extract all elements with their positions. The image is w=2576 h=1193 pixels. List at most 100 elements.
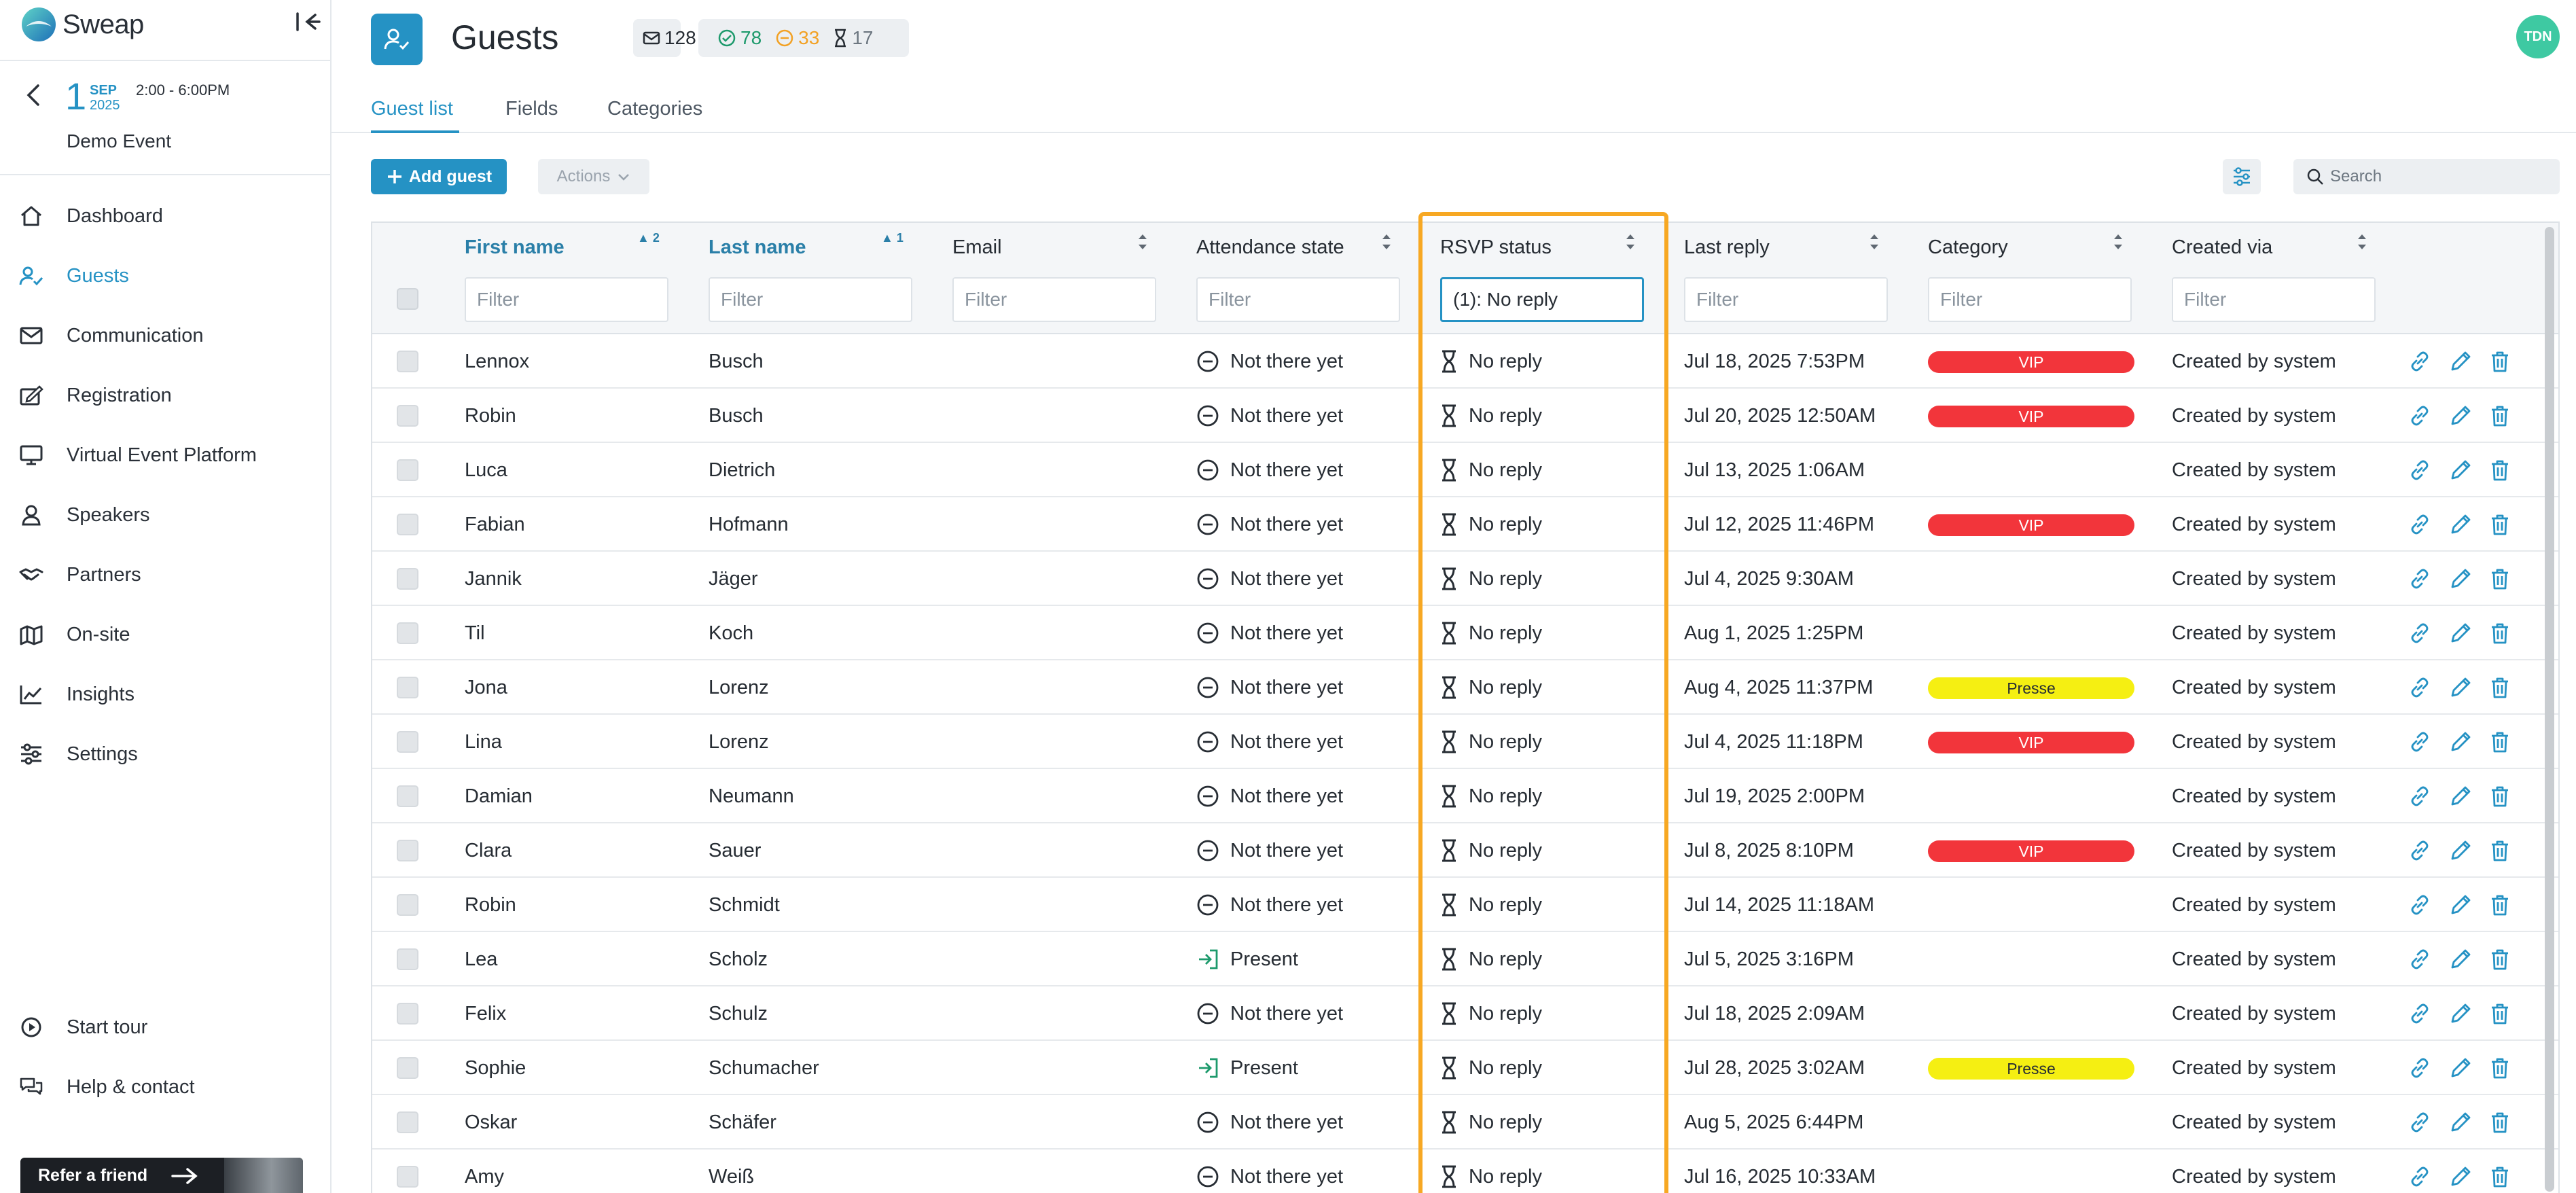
column-settings-button[interactable]	[2223, 159, 2261, 194]
link-icon[interactable]	[2408, 1164, 2432, 1189]
row-checkbox[interactable]	[397, 351, 418, 372]
attendance-state-filter-input[interactable]	[1196, 277, 1400, 322]
search-box[interactable]	[2293, 159, 2560, 194]
column-header-first-name[interactable]: First name ▲ 2	[454, 223, 698, 334]
select-all-checkbox[interactable]	[397, 288, 418, 310]
link-icon[interactable]	[2408, 1110, 2432, 1135]
table-row[interactable]: Fabian Hofmann Not there yet No reply Jul 12…	[372, 497, 2558, 552]
row-checkbox[interactable]	[397, 622, 418, 644]
edit-icon[interactable]	[2448, 567, 2473, 591]
row-checkbox[interactable]	[397, 459, 418, 481]
add-guest-button[interactable]: Add guest	[371, 159, 507, 194]
sort-icon[interactable]	[2355, 231, 2369, 253]
brand-logo[interactable]: Sweap	[20, 5, 144, 43]
category-filter-input[interactable]	[1928, 277, 2132, 322]
trash-icon[interactable]	[2488, 947, 2512, 972]
column-header-last-name[interactable]: Last name ▲ 1	[698, 223, 942, 334]
edit-icon[interactable]	[2448, 404, 2473, 428]
table-row[interactable]: Robin Schmidt Not there yet No reply Jul 14,…	[372, 878, 2558, 932]
rsvp-summary-pill[interactable]: 78 33 17	[698, 19, 909, 57]
row-checkbox[interactable]	[397, 1057, 418, 1079]
trash-icon[interactable]	[2488, 1110, 2512, 1135]
row-checkbox[interactable]	[397, 677, 418, 698]
trash-icon[interactable]	[2488, 838, 2512, 863]
sort-icon[interactable]	[1867, 231, 1881, 253]
actions-dropdown[interactable]: Actions	[538, 159, 649, 194]
row-checkbox[interactable]	[397, 948, 418, 970]
link-icon[interactable]	[2408, 675, 2432, 700]
sidebar-item-partners[interactable]: Partners	[0, 553, 330, 596]
vertical-scrollbar[interactable]	[2545, 227, 2554, 1192]
trash-icon[interactable]	[2488, 349, 2512, 374]
rsvp-status-filter-input[interactable]	[1440, 277, 1644, 322]
sort-icon[interactable]	[1380, 231, 1393, 253]
start-tour-link[interactable]: Start tour	[0, 1005, 330, 1049]
table-row[interactable]: Felix Schulz Not there yet No reply Jul 18, …	[372, 986, 2558, 1041]
invited-count-pill[interactable]: 128	[633, 19, 696, 57]
table-row[interactable]: Lea Scholz Present No reply Jul 5, 2025 3:16…	[372, 932, 2558, 986]
table-row[interactable]: Damian Neumann Not there yet No reply Jul 19…	[372, 769, 2558, 823]
row-checkbox[interactable]	[397, 405, 418, 427]
table-row[interactable]: Luca Dietrich Not there yet No reply Jul 13,…	[372, 443, 2558, 497]
edit-icon[interactable]	[2448, 947, 2473, 972]
sidebar-item-insights[interactable]: Insights	[0, 673, 330, 716]
edit-icon[interactable]	[2448, 349, 2473, 374]
trash-icon[interactable]	[2488, 512, 2512, 537]
tab-categories[interactable]: Categories	[607, 98, 702, 120]
column-header-email[interactable]: Email	[942, 223, 1185, 334]
row-checkbox[interactable]	[397, 785, 418, 807]
edit-icon[interactable]	[2448, 838, 2473, 863]
link-icon[interactable]	[2408, 404, 2432, 428]
trash-icon[interactable]	[2488, 730, 2512, 754]
link-icon[interactable]	[2408, 1001, 2432, 1026]
trash-icon[interactable]	[2488, 893, 2512, 917]
row-checkbox[interactable]	[397, 514, 418, 535]
column-header-created-via[interactable]: Created via	[2161, 223, 2405, 334]
column-header-last-reply[interactable]: Last reply	[1673, 223, 1917, 334]
email-filter-input[interactable]	[952, 277, 1156, 322]
trash-icon[interactable]	[2488, 1164, 2512, 1189]
sidebar-item-virtual-event-platform[interactable]: Virtual Event Platform	[0, 433, 330, 477]
tab-guest-list[interactable]: Guest list	[371, 98, 453, 120]
edit-icon[interactable]	[2448, 512, 2473, 537]
help-contact-link[interactable]: Help & contact	[0, 1065, 330, 1109]
row-checkbox[interactable]	[397, 568, 418, 590]
event-name[interactable]: Demo Event	[67, 130, 171, 152]
sort-icon[interactable]	[1624, 231, 1637, 253]
sidebar-item-registration[interactable]: Registration	[0, 374, 330, 417]
row-checkbox[interactable]	[397, 1003, 418, 1025]
created-via-filter-input[interactable]	[2172, 277, 2376, 322]
avatar[interactable]: TDN	[2516, 15, 2560, 58]
sort-icon[interactable]	[1136, 231, 1149, 253]
table-row[interactable]: Oskar Schäfer Not there yet No reply Aug 5, …	[372, 1095, 2558, 1150]
table-row[interactable]: Amy Weiß Not there yet No reply Jul 16, 2025…	[372, 1150, 2558, 1193]
edit-icon[interactable]	[2448, 1056, 2473, 1080]
link-icon[interactable]	[2408, 784, 2432, 808]
sidebar-item-communication[interactable]: Communication	[0, 314, 330, 357]
trash-icon[interactable]	[2488, 404, 2512, 428]
row-checkbox[interactable]	[397, 731, 418, 753]
edit-icon[interactable]	[2448, 1164, 2473, 1189]
table-row[interactable]: Jannik Jäger Not there yet No reply Jul 4, 2…	[372, 552, 2558, 606]
edit-icon[interactable]	[2448, 675, 2473, 700]
sidebar-item-on-site[interactable]: On-site	[0, 613, 330, 656]
last-name-filter-input[interactable]	[709, 277, 912, 322]
edit-icon[interactable]	[2448, 1001, 2473, 1026]
link-icon[interactable]	[2408, 349, 2432, 374]
last-reply-filter-input[interactable]	[1684, 277, 1888, 322]
trash-icon[interactable]	[2488, 675, 2512, 700]
search-input[interactable]	[2330, 166, 2547, 188]
link-icon[interactable]	[2408, 458, 2432, 482]
edit-icon[interactable]	[2448, 730, 2473, 754]
edit-icon[interactable]	[2448, 458, 2473, 482]
link-icon[interactable]	[2408, 838, 2432, 863]
link-icon[interactable]	[2408, 512, 2432, 537]
edit-icon[interactable]	[2448, 1110, 2473, 1135]
refer-a-friend-banner[interactable]: Refer a friend	[20, 1158, 303, 1193]
sort-icon[interactable]	[2111, 231, 2125, 253]
table-row[interactable]: Sophie Schumacher Present No reply Jul 28, 2…	[372, 1041, 2558, 1095]
back-button[interactable]	[20, 82, 48, 109]
table-row[interactable]: Robin Busch Not there yet No reply Jul 20, 2…	[372, 389, 2558, 443]
link-icon[interactable]	[2408, 730, 2432, 754]
first-name-filter-input[interactable]	[465, 277, 668, 322]
